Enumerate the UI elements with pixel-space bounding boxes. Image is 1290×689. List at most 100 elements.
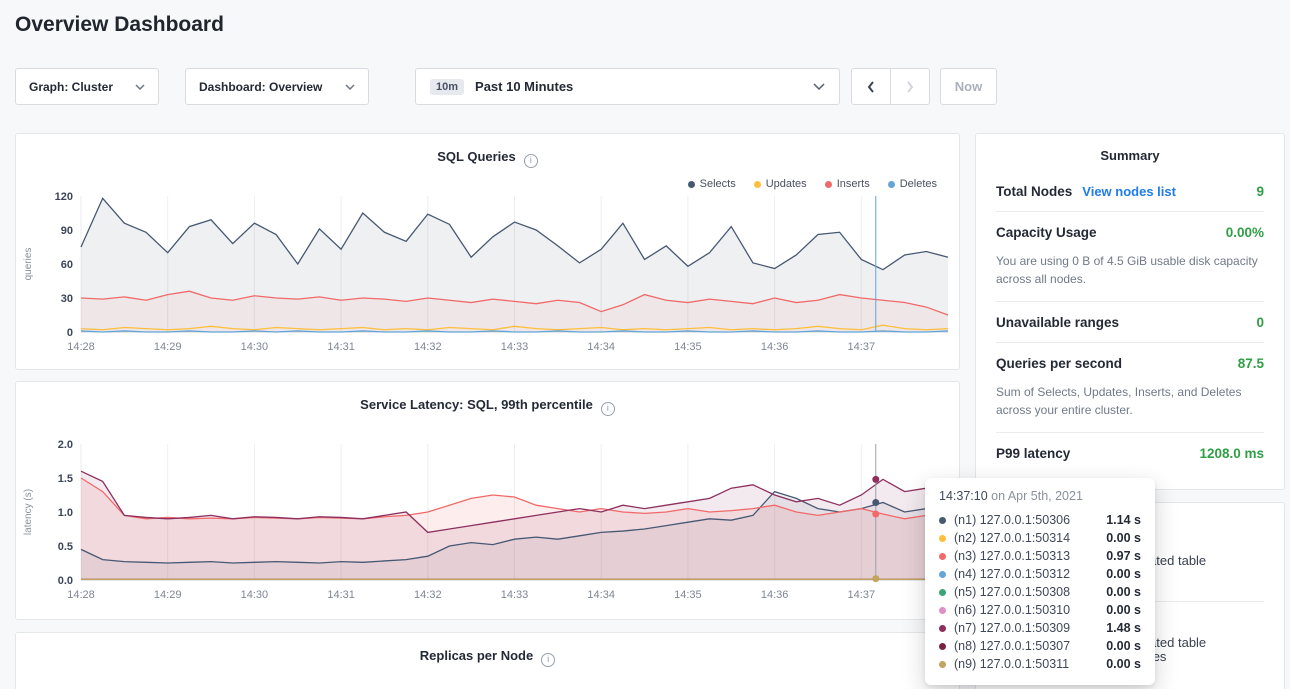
tooltip-node-row: (n6) 127.0.0.1:50310 0.00 s <box>939 601 1141 619</box>
replicas-title-row: Replicas per Node i <box>16 633 959 667</box>
svg-text:14:34: 14:34 <box>587 589 615 601</box>
chart-title: Replicas per Node <box>420 648 533 663</box>
chevron-right-icon <box>906 81 914 93</box>
svg-text:2.0: 2.0 <box>58 439 73 451</box>
svg-text:0: 0 <box>67 327 73 339</box>
unavailable-ranges-row: Unavailable ranges 0 <box>996 302 1264 343</box>
node-color-dot-icon <box>939 589 946 596</box>
service-latency-title-row: Service Latency: SQL, 99th percentile i <box>16 382 959 416</box>
tooltip-node-row: (n5) 127.0.0.1:503080.00 s <box>939 583 1141 601</box>
p99-latency-label: P99 latency <box>996 446 1070 461</box>
tooltip-node-label: (n8) 127.0.0.1:50307 <box>954 639 1070 653</box>
now-button[interactable]: Now <box>940 68 997 105</box>
page-title: Overview Dashboard <box>15 13 224 37</box>
svg-text:14:28: 14:28 <box>67 589 95 601</box>
svg-text:14:35: 14:35 <box>674 589 702 601</box>
dashboard-dropdown[interactable]: Dashboard: Overview <box>185 68 369 105</box>
queries-per-second-row: Queries per second 87.5 <box>996 343 1264 383</box>
view-nodes-list-link[interactable]: View nodes list <box>1082 184 1176 199</box>
info-icon[interactable]: i <box>541 653 555 667</box>
queries-per-second-value: 87.5 <box>1238 356 1264 371</box>
replicas-per-node-panel: Replicas per Node i <box>15 632 960 689</box>
svg-text:14:36: 14:36 <box>761 341 789 353</box>
svg-text:1.0: 1.0 <box>58 507 73 519</box>
tooltip-node-value: 0.97 s <box>1106 549 1141 563</box>
node-color-dot-icon <box>939 661 946 668</box>
tooltip-node-row: (n8) 127.0.0.1:503070.00 s <box>939 637 1141 655</box>
time-nav-group <box>851 68 930 105</box>
p99-latency-row: P99 latency 1208.0 ms <box>996 433 1264 473</box>
service-latency-chart[interactable]: 14:2814:2914:3014:3114:3214:3314:3414:35… <box>17 434 958 606</box>
svg-text:14:36: 14:36 <box>761 589 789 601</box>
svg-text:14:30: 14:30 <box>241 589 269 601</box>
capacity-usage-caption: You are using 0 B of 4.5 GiB usable disk… <box>996 252 1264 302</box>
tooltip-node-row: (n4) 127.0.0.1:50312 0.00 s <box>939 565 1141 583</box>
time-range-badge: 10m <box>430 79 464 95</box>
charts-column: SQL Queriesi SelectsUpdatesInsertsDelete… <box>15 133 960 689</box>
tooltip-time: 14:37:10 <box>939 489 988 503</box>
tooltip-node-row: (n2) 127.0.0.1:503140.00 s <box>939 529 1141 547</box>
chevron-down-icon <box>813 83 825 90</box>
info-icon[interactable]: i <box>601 402 615 416</box>
tooltip-node-label: (n2) 127.0.0.1:50314 <box>954 531 1070 545</box>
tooltip-node-label: (n5) 127.0.0.1:50308 <box>954 585 1070 599</box>
tooltip-node-value: 0.00 s <box>1106 657 1141 671</box>
tooltip-timestamp: 14:37:10 on Apr 5th, 2021 <box>939 489 1141 503</box>
tooltip-node-label: (n6) 127.0.0.1:50310 <box>954 603 1070 617</box>
svg-text:14:33: 14:33 <box>501 589 529 601</box>
svg-text:14:29: 14:29 <box>154 589 182 601</box>
overview-dashboard-page: Overview Dashboard Graph: Cluster Dashbo… <box>0 0 1290 689</box>
total-nodes-row: Total Nodes View nodes list 9 <box>996 171 1264 212</box>
svg-text:30: 30 <box>61 293 73 305</box>
graph-dropdown[interactable]: Graph: Cluster <box>15 68 159 105</box>
time-back-button[interactable] <box>851 68 891 105</box>
svg-text:0.0: 0.0 <box>58 575 73 587</box>
tooltip-node-value: 1.14 s <box>1106 513 1141 527</box>
time-forward-button[interactable] <box>890 68 930 105</box>
time-range-label: Past 10 Minutes <box>475 79 573 94</box>
node-color-dot-icon <box>939 571 946 578</box>
svg-text:14:30: 14:30 <box>241 341 269 353</box>
tooltip-node-label: (n3) 127.0.0.1:50313 <box>954 549 1070 563</box>
chart-title: Service Latency: SQL, 99th percentile <box>360 397 593 412</box>
queries-per-second-caption: Sum of Selects, Updates, Inserts, and De… <box>996 383 1264 433</box>
tooltip-node-label: (n7) 127.0.0.1:50309 <box>954 621 1070 635</box>
summary-panel: Summary Total Nodes View nodes list 9 Ca… <box>975 133 1285 490</box>
svg-text:14:37: 14:37 <box>848 341 876 353</box>
node-color-dot-icon <box>939 607 946 614</box>
tooltip-node-row: (n1) 127.0.0.1:50306 1.14 s <box>939 511 1141 529</box>
time-range-picker[interactable]: 10m Past 10 Minutes <box>415 68 840 105</box>
unavailable-ranges-value: 0 <box>1256 315 1264 330</box>
p99-latency-value: 1208.0 ms <box>1199 446 1264 461</box>
chart-title: SQL Queries <box>437 149 516 164</box>
svg-text:14:35: 14:35 <box>674 341 702 353</box>
svg-text:14:34: 14:34 <box>587 341 615 353</box>
tooltip-node-label: (n9) 127.0.0.1:50311 <box>954 657 1069 671</box>
node-color-dot-icon <box>939 553 946 560</box>
total-nodes-label: Total Nodes <box>996 184 1072 199</box>
svg-text:1.5: 1.5 <box>58 473 73 485</box>
tooltip-node-label: (n4) 127.0.0.1:50312 <box>954 567 1070 581</box>
svg-text:14:32: 14:32 <box>414 341 442 353</box>
sql-queries-chart[interactable]: 14:2814:2914:3014:3114:3214:3314:3414:35… <box>17 186 958 358</box>
tooltip-node-label: (n1) 127.0.0.1:50306 <box>954 513 1070 527</box>
info-icon[interactable]: i <box>524 154 538 168</box>
svg-text:latency (s): latency (s) <box>23 489 34 535</box>
chart-tooltip: 14:37:10 on Apr 5th, 2021 (n1) 127.0.0.1… <box>925 478 1155 685</box>
graph-dropdown-label: Graph: Cluster <box>29 80 113 94</box>
unavailable-ranges-label: Unavailable ranges <box>996 315 1119 330</box>
capacity-usage-row: Capacity Usage 0.00% <box>996 212 1264 252</box>
svg-text:90: 90 <box>61 225 73 237</box>
sql-queries-panel: SQL Queriesi SelectsUpdatesInsertsDelete… <box>15 133 960 370</box>
summary-title: Summary <box>996 148 1264 163</box>
tooltip-node-value: 0.00 s <box>1106 603 1141 617</box>
svg-text:14:31: 14:31 <box>327 589 355 601</box>
tooltip-node-value: 0.00 s <box>1106 567 1141 581</box>
svg-text:0.5: 0.5 <box>58 541 73 553</box>
sql-queries-title-row: SQL Queries i <box>16 134 959 168</box>
chevron-down-icon <box>135 84 145 90</box>
tooltip-node-row: (n3) 127.0.0.1:50313 0.97 s <box>939 547 1141 565</box>
svg-text:queries: queries <box>23 248 34 281</box>
capacity-usage-value: 0.00% <box>1226 225 1264 240</box>
node-color-dot-icon <box>939 643 946 650</box>
